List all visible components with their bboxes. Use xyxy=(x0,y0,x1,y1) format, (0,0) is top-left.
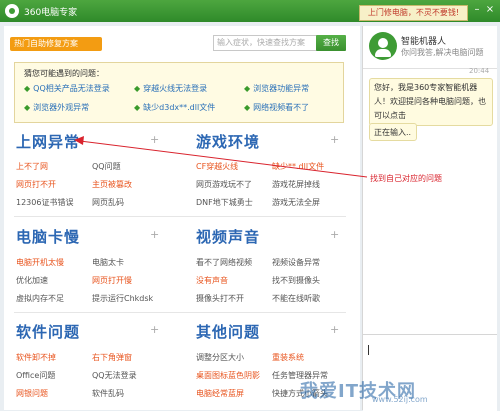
problem-link[interactable]: DNF地下城勇士 xyxy=(196,197,253,208)
suggestion-link[interactable]: ◆ 浏览器功能异常 xyxy=(244,83,309,94)
bullet-icon: ◆ xyxy=(134,84,141,93)
problem-link[interactable]: 游戏花屏掉线 xyxy=(272,179,320,190)
message-time: 20:44 xyxy=(469,67,490,75)
problem-link[interactable]: 网页打开慢 xyxy=(92,275,132,286)
suggestion-link[interactable]: ◆ 缺少d3dx**.dll文件 xyxy=(134,102,215,113)
expand-icon[interactable]: + xyxy=(330,228,339,241)
expand-icon[interactable]: + xyxy=(150,228,159,241)
robot-avatar-icon xyxy=(369,32,397,60)
problem-link[interactable]: 网银问题 xyxy=(16,388,48,399)
suggestion-link[interactable]: ◆ QQ相关产品无法登录 xyxy=(24,83,110,94)
problem-link[interactable]: 软件卸不掉 xyxy=(16,352,56,363)
problem-link[interactable]: 提示运行Chkdsk xyxy=(92,293,153,304)
problem-link[interactable]: 看不了网络视频 xyxy=(196,257,252,268)
problem-link[interactable]: QQ无法登录 xyxy=(92,370,137,381)
problem-link[interactable]: 不能在线听歌 xyxy=(272,293,320,304)
problem-link[interactable]: 虚拟内存不足 xyxy=(16,293,64,304)
app-logo-icon xyxy=(5,4,19,18)
suggestion-box: 猜您可能遇到的问题： ◆ QQ相关产品无法登录 ◆ 穿越火线无法登录 ◆ 浏览器功能异… xyxy=(14,62,344,123)
minimize-icon[interactable]: – xyxy=(472,5,482,15)
bot-message: 您好，我是360专家智能机器人！欢迎提问各种电脑问题，也可以点击 xyxy=(369,78,493,126)
section-title-media[interactable]: 视频声音 xyxy=(196,226,260,247)
app-title: 360电脑专家 xyxy=(24,8,78,18)
section-title-other[interactable]: 其他问题 xyxy=(196,321,260,342)
section-title-slow[interactable]: 电脑卡慢 xyxy=(16,226,80,247)
problem-link[interactable]: 上不了网 xyxy=(16,161,48,172)
problem-link[interactable]: QQ问题 xyxy=(92,161,121,172)
bot-subtitle: 你问我答,解决电脑问题 xyxy=(401,48,484,57)
expand-icon[interactable]: + xyxy=(150,133,159,146)
expand-icon[interactable]: + xyxy=(330,133,339,146)
suggestion-link[interactable]: ◆ 穿越火线无法登录 xyxy=(134,83,207,94)
title-bar: 360电脑专家 上门修电脑，不灵不要钱! – × xyxy=(0,0,500,22)
problem-link[interactable]: 桌面图标蓝色阴影 xyxy=(196,370,260,381)
main-panel: 热门自助修复方案 输入症状，快速查找方案 查找 猜您可能遇到的问题： ◆ QQ相关… xyxy=(4,26,360,410)
problem-link[interactable]: 缺少**.dll文件 xyxy=(272,161,324,172)
promo-banner[interactable]: 上门修电脑，不灵不要钱! xyxy=(359,5,468,21)
suggestion-link[interactable]: ◆ 浏览器外观异常 xyxy=(24,102,89,113)
problem-link[interactable]: 没有声音 xyxy=(196,275,228,286)
expand-icon[interactable]: + xyxy=(330,323,339,336)
problem-link[interactable]: 找不到摄像头 xyxy=(272,275,320,286)
section-title-network[interactable]: 上网异常 xyxy=(16,131,80,152)
problem-link[interactable]: 摄像头打不开 xyxy=(196,293,244,304)
bullet-icon: ◆ xyxy=(244,84,251,93)
bot-name: 智能机器人 xyxy=(401,37,447,47)
problem-link[interactable]: 网页打不开 xyxy=(16,179,56,190)
problem-link[interactable]: 网页乱码 xyxy=(92,197,124,208)
problem-link[interactable]: 重装系统 xyxy=(272,352,304,363)
section-title-game[interactable]: 游戏环境 xyxy=(196,131,260,152)
bullet-icon: ◆ xyxy=(24,84,31,93)
text-cursor xyxy=(368,345,369,355)
search-input[interactable]: 输入症状，快速查找方案 xyxy=(213,35,318,51)
problem-link[interactable]: 12306证书错误 xyxy=(16,197,73,208)
problem-link[interactable]: CF穿越火线 xyxy=(196,161,238,172)
search-button[interactable]: 查找 xyxy=(316,35,346,51)
section-title-software[interactable]: 软件问题 xyxy=(16,321,80,342)
problem-link[interactable]: 电脑开机太慢 xyxy=(16,257,64,268)
problem-link[interactable]: 电脑经常蓝屏 xyxy=(196,388,244,399)
watermark-url: www.52ij.com xyxy=(372,395,428,404)
hot-fix-tag: 热门自助修复方案 xyxy=(10,37,102,51)
problem-link[interactable]: 优化加速 xyxy=(16,275,48,286)
problem-link[interactable]: 主页被篡改 xyxy=(92,179,132,190)
problem-link[interactable]: 软件乱码 xyxy=(92,388,124,399)
typing-indicator: 正在输入.. xyxy=(369,123,417,141)
close-icon[interactable]: × xyxy=(485,5,495,15)
problem-link[interactable]: Office问题 xyxy=(16,370,55,381)
suggestion-link[interactable]: ◆ 网络视频看不了 xyxy=(244,102,309,113)
divider xyxy=(14,312,346,313)
problem-link[interactable]: 游戏无法全屏 xyxy=(272,197,320,208)
problem-link[interactable]: 电脑太卡 xyxy=(92,257,124,268)
expand-icon[interactable]: + xyxy=(150,323,159,336)
bullet-icon: ◆ xyxy=(244,103,251,112)
problem-link[interactable]: 右下角弹窗 xyxy=(92,352,132,363)
suggestion-title: 猜您可能遇到的问题： xyxy=(24,69,104,78)
problem-link[interactable]: 调整分区大小 xyxy=(196,352,244,363)
divider xyxy=(14,216,346,217)
problem-link[interactable]: 视频设备异常 xyxy=(272,257,320,268)
bullet-icon: ◆ xyxy=(24,103,31,112)
chat-panel: 智能机器人 你问我答,解决电脑问题 20:44 您好，我是360专家智能机器人！… xyxy=(362,26,497,411)
problem-link[interactable]: 网页游戏玩不了 xyxy=(196,179,252,190)
annotation-label: 找到自己对应的问题 xyxy=(370,174,442,183)
bullet-icon: ◆ xyxy=(134,103,141,112)
